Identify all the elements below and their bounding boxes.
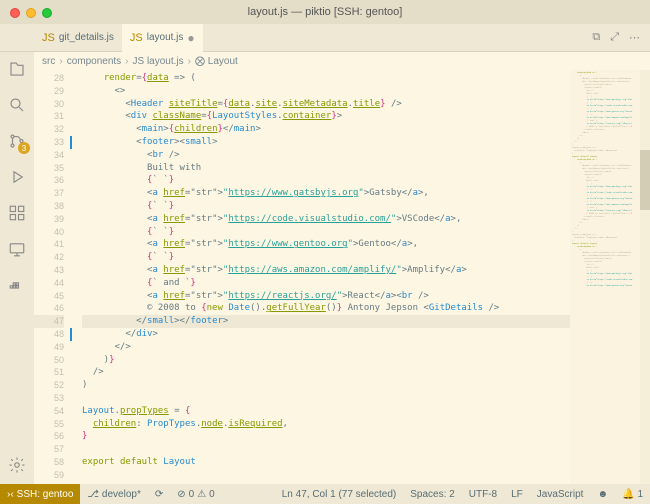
status-bar: ›‹ SSH: gentoo ⎇ develop* ⟳ ⊘ 0 ⚠ 0 Ln 4…	[0, 484, 650, 504]
scm-badge: 3	[18, 142, 30, 154]
tabs: JS git_details.js JS layout.js ●	[34, 24, 592, 52]
remote-icon[interactable]	[6, 238, 28, 260]
diff-icon[interactable]: ⤢	[610, 31, 619, 44]
tab-bar: JS git_details.js JS layout.js ● ⧉ ⤢ ⋯	[0, 24, 650, 52]
tab-label: layout.js	[147, 32, 184, 43]
activity-bar: 3	[0, 52, 34, 484]
minimize-window[interactable]	[26, 8, 36, 18]
scrollbar[interactable]	[640, 70, 650, 484]
feedback-icon[interactable]: ☻	[590, 484, 615, 504]
window-controls[interactable]	[10, 8, 52, 18]
split-editor-icon[interactable]: ⧉	[592, 31, 600, 44]
window-title: layout.js — piktio [SSH: gentoo]	[248, 6, 403, 18]
title-bar: layout.js — piktio [SSH: gentoo]	[0, 0, 650, 24]
indent-status[interactable]: Spaces: 2	[403, 484, 461, 504]
git-marks	[70, 70, 82, 484]
tab-layout[interactable]: JS layout.js ●	[122, 24, 203, 52]
sync-status[interactable]: ⟳	[148, 484, 170, 504]
remote-status[interactable]: ›‹ SSH: gentoo	[0, 484, 80, 504]
problems-status[interactable]: ⊘ 0 ⚠ 0	[170, 484, 221, 504]
source-control-icon[interactable]: 3	[6, 130, 28, 152]
docker-icon[interactable]	[6, 274, 28, 296]
git-branch-status[interactable]: ⎇ develop*	[80, 484, 147, 504]
notifications-icon[interactable]: 🔔 1	[615, 484, 650, 504]
tab-dirty-icon[interactable]: ●	[187, 31, 194, 45]
js-file-icon: JS	[130, 32, 143, 44]
zoom-window[interactable]	[42, 8, 52, 18]
more-actions-icon[interactable]: ⋯	[629, 31, 640, 44]
extensions-icon[interactable]	[6, 202, 28, 224]
editor-actions: ⧉ ⤢ ⋯	[592, 31, 650, 44]
breadcrumb[interactable]: src› components› JS layout.js› ⨂ Layout	[34, 52, 650, 70]
minimap[interactable]: render={data => ( <> <Header siteTitle={…	[570, 70, 640, 484]
tab-label: git_details.js	[59, 32, 114, 43]
selection-status[interactable]: Ln 47, Col 1 (77 selected)	[275, 484, 404, 504]
js-file-icon: JS	[42, 32, 55, 44]
code-area[interactable]: render={data => ( <> <Header siteTitle={…	[82, 70, 570, 484]
search-icon[interactable]	[6, 94, 28, 116]
settings-gear-icon[interactable]	[6, 454, 28, 476]
explorer-icon[interactable]	[6, 58, 28, 80]
tab-git-details[interactable]: JS git_details.js	[34, 24, 122, 52]
debug-icon[interactable]	[6, 166, 28, 188]
editor: src› components› JS layout.js› ⨂ Layout …	[34, 52, 650, 484]
encoding-status[interactable]: UTF-8	[462, 484, 504, 504]
close-window[interactable]	[10, 8, 20, 18]
language-status[interactable]: JavaScript	[530, 484, 591, 504]
eol-status[interactable]: LF	[504, 484, 530, 504]
line-gutter[interactable]: 2829303132333435363738394041424344454647…	[34, 70, 70, 484]
